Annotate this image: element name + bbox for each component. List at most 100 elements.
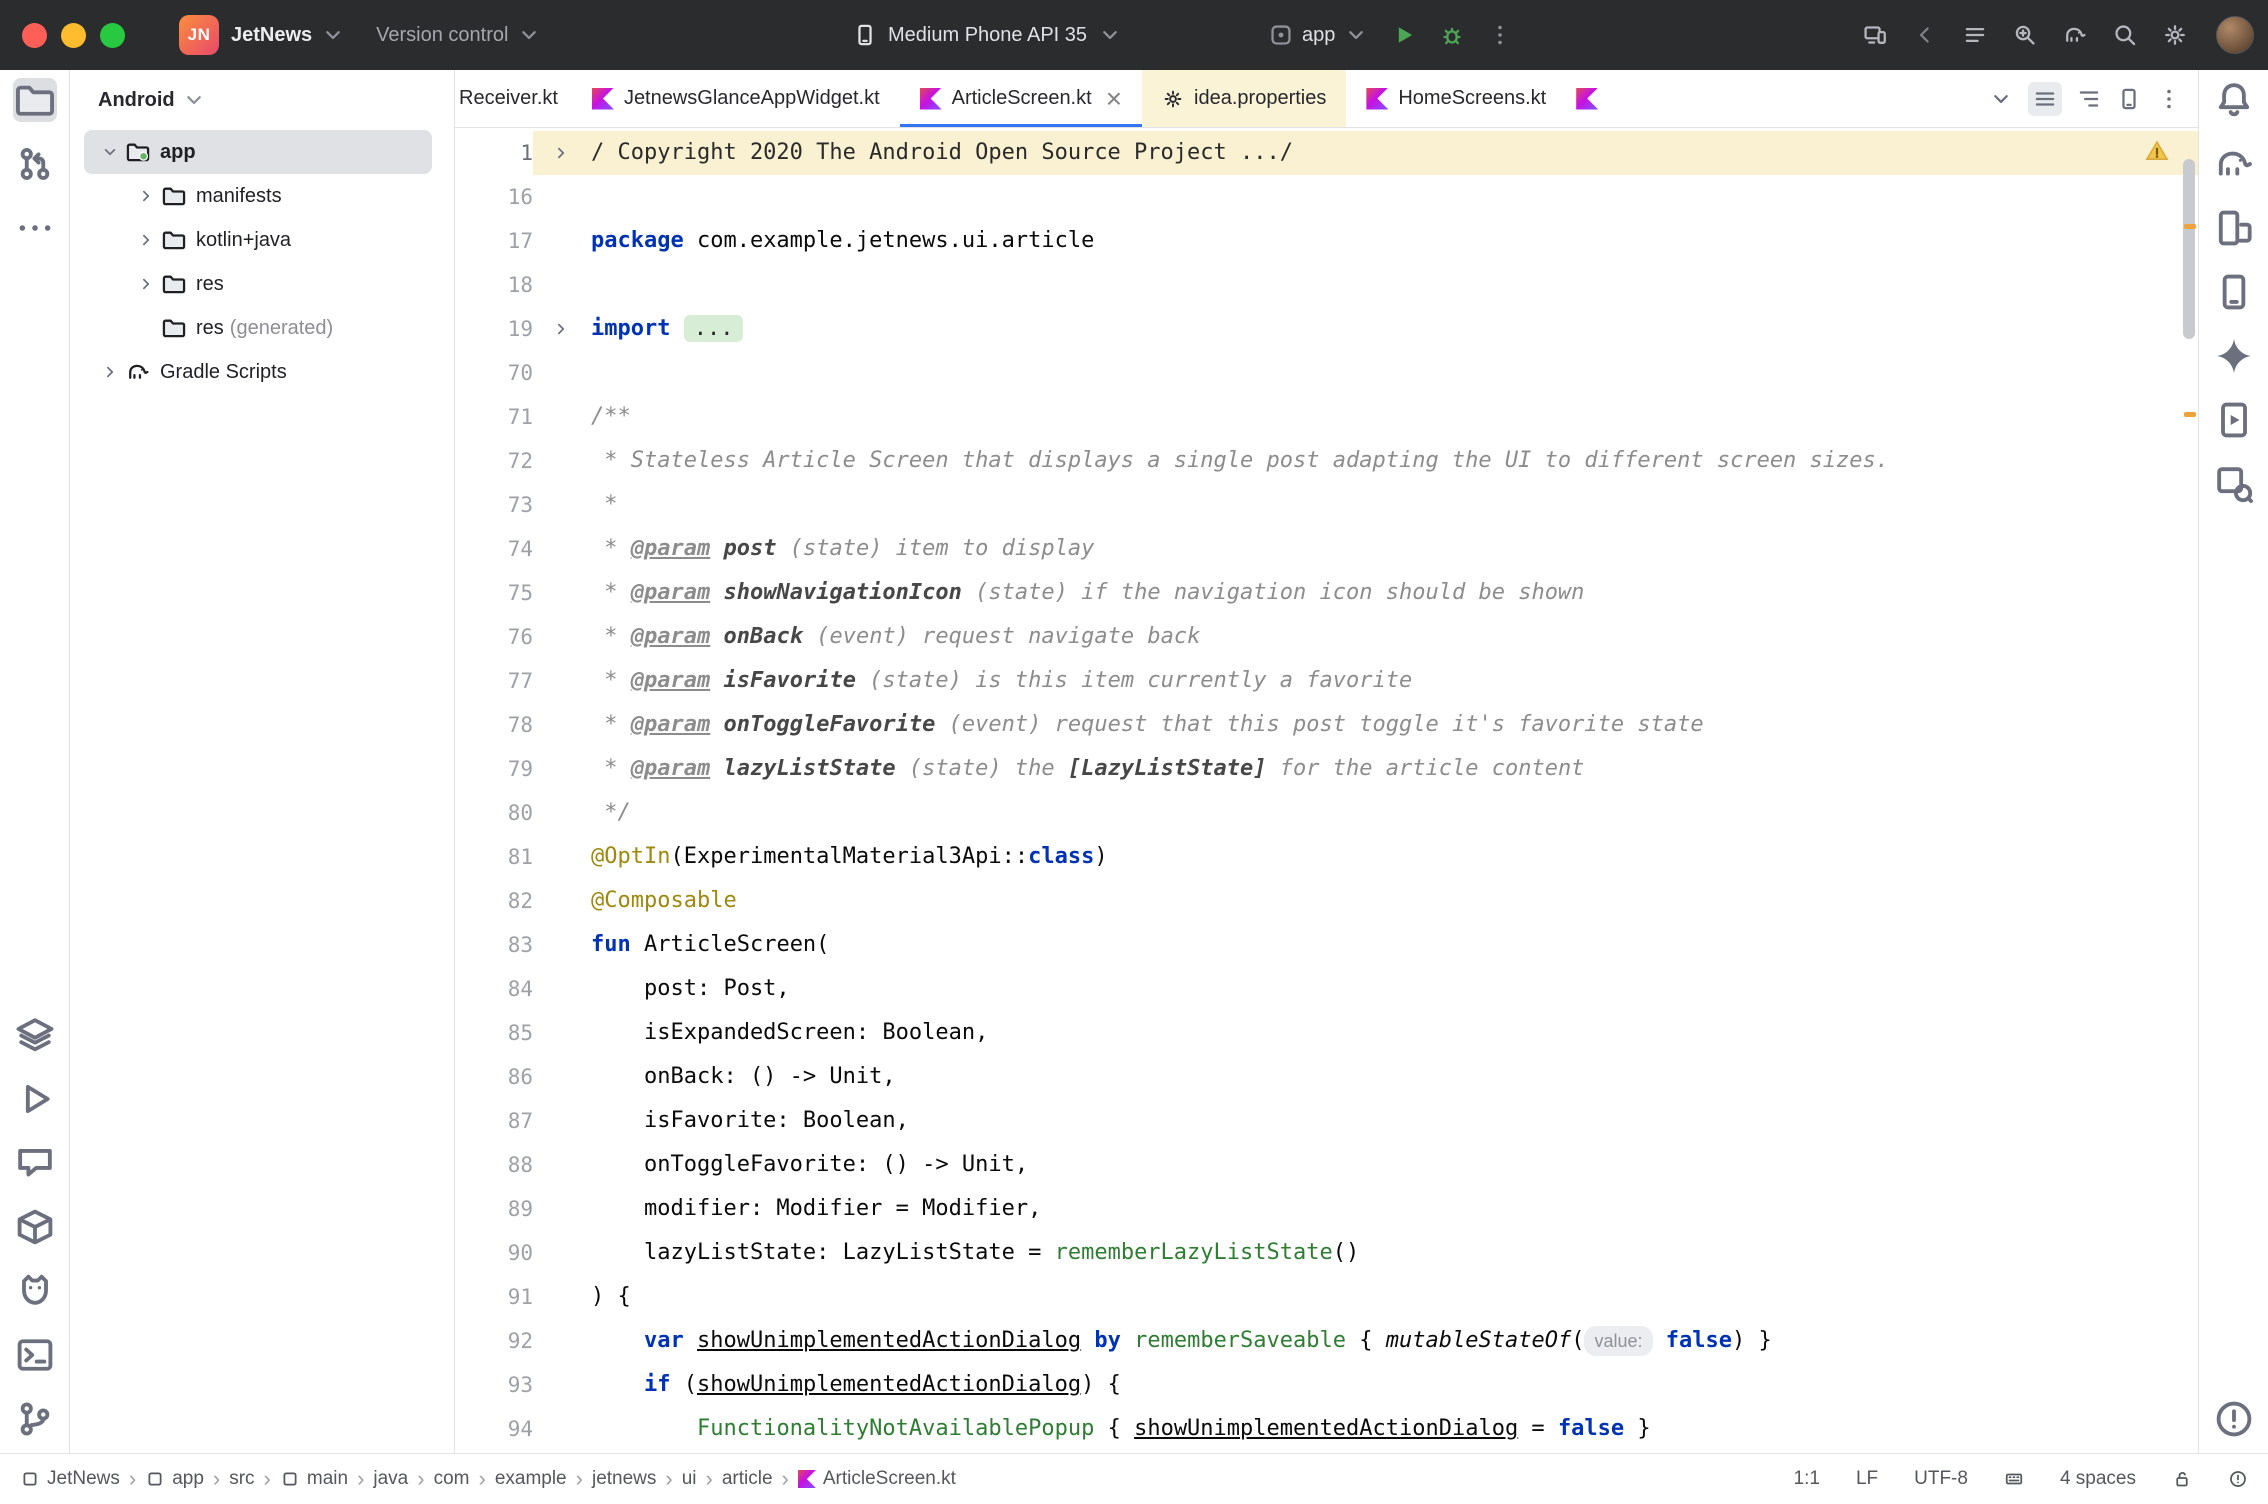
structure-view-icon[interactable] <box>2076 86 2102 112</box>
zoom-window-button[interactable] <box>100 23 125 48</box>
fold-marker-icon[interactable] <box>533 307 589 351</box>
breadcrumb-item[interactable]: com <box>434 1468 470 1490</box>
code-line-80[interactable]: 80 */ <box>455 791 2198 835</box>
ide-errors-icon[interactable] <box>2228 1469 2248 1489</box>
code-line-75[interactable]: 75 * @param showNavigationIcon (state) i… <box>455 571 2198 615</box>
editor-tabs-list-icon[interactable] <box>2028 82 2062 116</box>
code-line-86[interactable]: 86 onBack: () -> Unit, <box>455 1055 2198 1099</box>
tool-window-button-terminal[interactable] <box>13 1333 57 1377</box>
keyboard-icon[interactable] <box>2004 1469 2024 1489</box>
tool-window-button-pull-requests[interactable] <box>13 142 57 186</box>
code-line-76[interactable]: 76 * @param onBack (event) request navig… <box>455 615 2198 659</box>
tool-window-button-more-tool-windows[interactable] <box>13 206 57 250</box>
tool-window-button-device-file-explorer[interactable] <box>2212 206 2256 250</box>
breadcrumb-item[interactable]: jetnews <box>592 1468 656 1490</box>
code-line-81[interactable]: 81@OptIn(ExperimentalMaterial3Api::class… <box>455 835 2198 879</box>
tab-overflow[interactable] <box>1566 70 1600 127</box>
tool-window-button-git-branch[interactable] <box>13 1397 57 1441</box>
code-line-92[interactable]: 92 var showUnimplementedActionDialog by … <box>455 1319 2198 1363</box>
editor-scrollbar[interactable] <box>2183 159 2195 339</box>
tool-window-button-notifications[interactable] <box>2212 78 2256 122</box>
settings-icon[interactable] <box>2162 22 2188 48</box>
tool-window-button-project[interactable] <box>13 78 57 122</box>
tool-window-button-device-manager[interactable] <box>2212 270 2256 314</box>
tree-chevron-icon[interactable] <box>95 362 125 382</box>
breadcrumb-item[interactable]: main <box>280 1468 348 1490</box>
warning-stripe-mark[interactable] <box>2184 224 2196 229</box>
sync-project-icon[interactable] <box>2062 22 2088 48</box>
code-line-83[interactable]: 83fun ArticleScreen( <box>455 923 2198 967</box>
tool-window-button-gemini[interactable] <box>2212 334 2256 378</box>
code-line-87[interactable]: 87 isFavorite: Boolean, <box>455 1099 2198 1143</box>
breadcrumb-item[interactable]: ui <box>682 1468 697 1490</box>
run-button[interactable] <box>1391 22 1417 48</box>
tree-item-app[interactable]: app <box>84 130 432 174</box>
hidden-tabs-icon[interactable] <box>1988 86 2014 112</box>
debug-button[interactable] <box>1439 22 1465 48</box>
tree-item-manifests[interactable]: manifests <box>84 174 432 218</box>
device-selector[interactable]: Medium Phone API 35 <box>852 0 1123 70</box>
search-everywhere-icon[interactable] <box>2112 22 2138 48</box>
fold-marker-icon[interactable] <box>533 131 589 175</box>
code-editor[interactable]: 1/ Copyright 2020 The Android Open Sourc… <box>455 128 2198 1453</box>
warning-stripe-mark[interactable] <box>2184 412 2196 417</box>
code-line-73[interactable]: 73 * <box>455 483 2198 527</box>
code-line-72[interactable]: 72 * Stateless Article Screen that displ… <box>455 439 2198 483</box>
breadcrumb-item[interactable]: JetNews <box>20 1468 120 1490</box>
breadcrumb-item[interactable]: ArticleScreen.kt <box>798 1468 956 1490</box>
encoding-widget[interactable]: UTF-8 <box>1914 1468 1968 1490</box>
code-line-74[interactable]: 74 * @param post (state) item to display <box>455 527 2198 571</box>
tool-window-button-insights[interactable] <box>13 1141 57 1185</box>
code-line-71[interactable]: 71/** <box>455 395 2198 439</box>
code-line-16[interactable]: 16 <box>455 175 2198 219</box>
code-line-19[interactable]: 19import ... <box>455 307 2198 351</box>
close-icon[interactable]: × <box>1106 85 1122 113</box>
tab-Receiver.kt[interactable]: Receiver.kt <box>455 70 572 127</box>
tool-window-button-layers[interactable] <box>13 1013 57 1057</box>
code-line-82[interactable]: 82@Composable <box>455 879 2198 923</box>
close-window-button[interactable] <box>22 23 47 48</box>
indent-widget[interactable]: 4 spaces <box>2060 1468 2136 1490</box>
unlock-icon[interactable] <box>2172 1469 2192 1489</box>
tab-idea.properties[interactable]: idea.properties <box>1142 70 1346 127</box>
tool-window-button-running-devices[interactable] <box>2212 398 2256 442</box>
code-line-85[interactable]: 85 isExpandedScreen: Boolean, <box>455 1011 2198 1055</box>
navigate-back-icon[interactable] <box>1912 22 1938 48</box>
code-line-79[interactable]: 79 * @param lazyListState (state) the [L… <box>455 747 2198 791</box>
code-line-90[interactable]: 90 lazyListState: LazyListState = rememb… <box>455 1231 2198 1275</box>
caret-position-widget[interactable]: 1:1 <box>1794 1468 1820 1490</box>
tool-window-button-layout-inspector[interactable] <box>2212 462 2256 506</box>
tree-chevron-icon[interactable] <box>131 230 161 250</box>
tree-chevron-icon[interactable] <box>131 274 161 294</box>
inspections-warning-icon[interactable] <box>2144 138 2170 170</box>
tab-JetnewsGlanceAppWidget.kt[interactable]: JetnewsGlanceAppWidget.kt <box>572 70 900 127</box>
tree-item-kotlin+java[interactable]: kotlin+java <box>84 218 432 262</box>
vcs-widget[interactable]: Version control <box>376 22 542 48</box>
code-line-89[interactable]: 89 modifier: Modifier = Modifier, <box>455 1187 2198 1231</box>
toolbar-more-button[interactable] <box>1487 22 1513 48</box>
tool-window-button-logcat[interactable] <box>13 1269 57 1313</box>
line-separator-widget[interactable]: LF <box>1856 1468 1878 1490</box>
code-line-93[interactable]: 93 if (showUnimplementedActionDialog) { <box>455 1363 2198 1407</box>
tree-chevron-icon[interactable] <box>95 142 125 162</box>
todo-icon[interactable] <box>1962 22 1988 48</box>
minimize-window-button[interactable] <box>61 23 86 48</box>
code-line-88[interactable]: 88 onToggleFavorite: () -> Unit, <box>455 1143 2198 1187</box>
code-line-18[interactable]: 18 <box>455 263 2198 307</box>
tree-chevron-icon[interactable] <box>131 186 161 206</box>
run-configuration-selector[interactable]: app <box>1268 22 1369 48</box>
code-line-78[interactable]: 78 * @param onToggleFavorite (event) req… <box>455 703 2198 747</box>
project-view-selector[interactable]: Android <box>70 70 454 130</box>
breadcrumb-item[interactable]: app <box>145 1468 204 1490</box>
device-mirroring-icon[interactable] <box>1862 22 1888 48</box>
code-line-94[interactable]: 94 FunctionalityNotAvailablePopup { show… <box>455 1407 2198 1451</box>
breadcrumb-item[interactable]: java <box>373 1468 408 1490</box>
tool-window-button-build[interactable] <box>13 1205 57 1249</box>
inspect-code-icon[interactable] <box>2012 22 2038 48</box>
code-line-77[interactable]: 77 * @param isFavorite (state) is this i… <box>455 659 2198 703</box>
tool-window-button-run-tool[interactable] <box>13 1077 57 1121</box>
device-preview-icon[interactable] <box>2116 86 2142 112</box>
breadcrumb-item[interactable]: src <box>229 1468 254 1490</box>
breadcrumb-item[interactable]: example <box>495 1468 567 1490</box>
tool-window-button-gradle[interactable] <box>2212 142 2256 186</box>
